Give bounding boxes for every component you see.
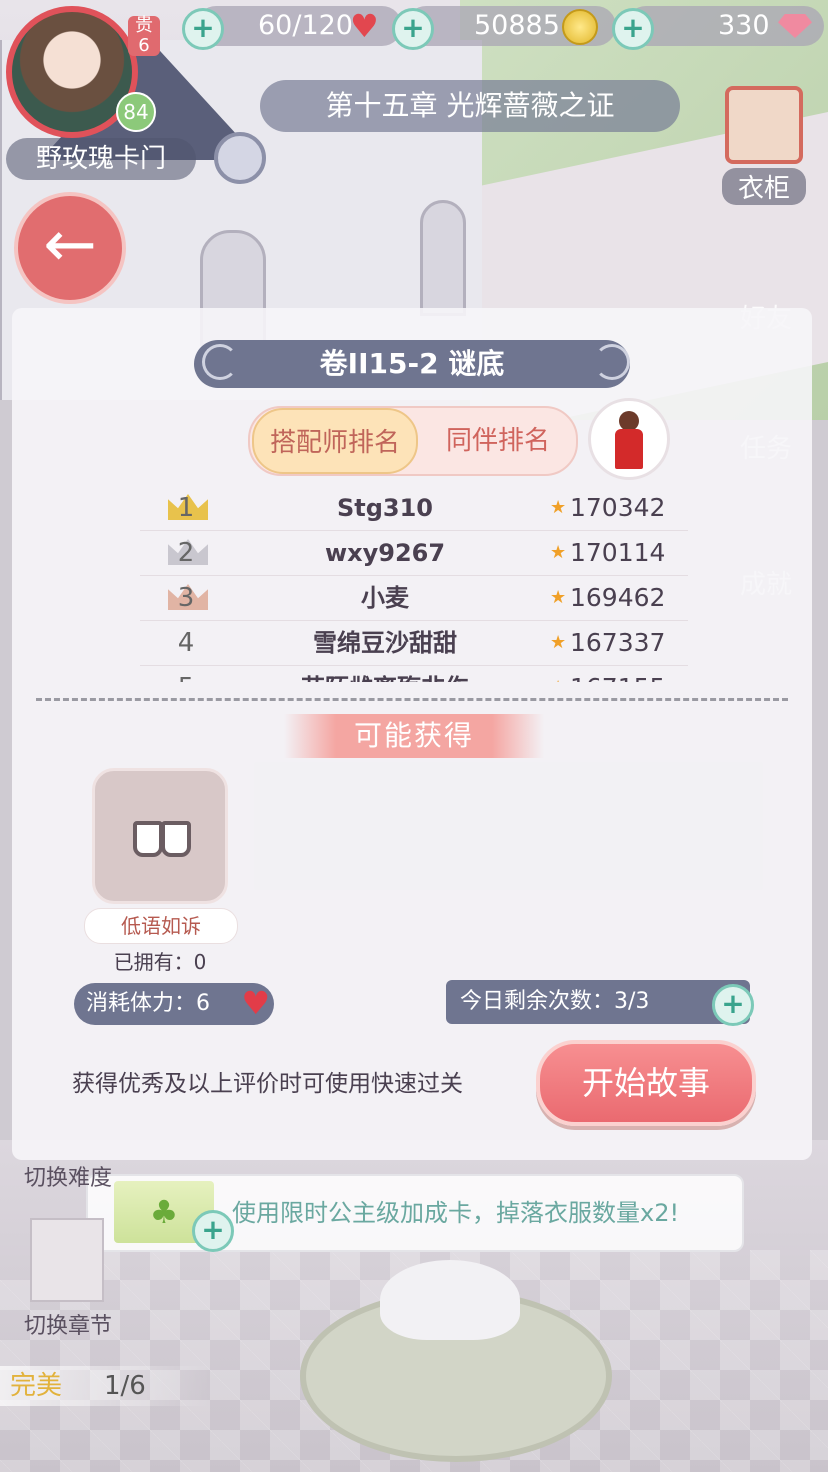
switch-difficulty-label[interactable]: 切换难度 [24, 1160, 112, 1192]
table-row: 4 雪绵豆沙甜甜 ★ 167337 [140, 621, 688, 666]
ranking-score: 167337 [570, 628, 666, 657]
add-coins-button[interactable]: + [392, 8, 434, 50]
heart-icon: ♥ [241, 984, 270, 1022]
chapter-title: 第十五章 光辉蔷薇之证 [260, 80, 680, 132]
back-arrow-icon[interactable]: ← [14, 192, 126, 304]
divider [36, 698, 788, 701]
table-row: 1 Stg310 ★ 170342 [140, 486, 688, 531]
ranking-tabs: 搭配师排名 同伴排名 [248, 406, 578, 476]
star-icon: ★ [550, 542, 567, 563]
add-diamonds-button[interactable]: + [612, 8, 654, 50]
vip-badge: 贵 6 [128, 16, 160, 56]
title-ornament-right [594, 344, 630, 380]
stamina-cost: 消耗体力：6 ♥ [74, 983, 274, 1025]
coin-icon [562, 9, 598, 45]
bonus-text: 使用限时公主级加成卡，掉落衣服数量x2! [232, 1199, 680, 1227]
glove-icon [133, 821, 163, 857]
ranking-name: 花陌雌离殇非伤 [240, 666, 530, 682]
wardrobe-icon [725, 86, 803, 164]
add-bonus-card-button[interactable]: + [192, 1210, 234, 1252]
title-ornament-left [202, 344, 238, 380]
rewards-header: 可能获得 [284, 714, 544, 758]
star-icon: ★ [550, 497, 567, 518]
add-stamina-button[interactable]: + [182, 8, 224, 50]
player-name[interactable]: 野玫瑰卡门 [6, 138, 196, 180]
wardrobe-label: 衣柜 [722, 168, 806, 205]
partner-avatar[interactable] [588, 398, 670, 480]
ranking-name: wxy9267 [324, 539, 446, 567]
level-badge: 84 [116, 92, 156, 132]
wardrobe-button[interactable]: 衣柜 [722, 86, 806, 205]
ranking-score: 170342 [570, 493, 666, 522]
star-icon: ★ [550, 666, 566, 682]
star-icon: ★ [550, 632, 567, 653]
tab-stylist-ranking[interactable]: 搭配师排名 [252, 408, 418, 474]
add-attempts-button[interactable]: + [712, 984, 754, 1026]
table-row: 5 花陌雌离殇非伤 ★ 167155 [140, 666, 688, 682]
ranking-score: 167155 [570, 666, 680, 682]
diamond-bar: 330 [626, 6, 824, 46]
diamond-icon [778, 14, 812, 38]
table-row: 3 小麦 ★ 169462 [140, 576, 688, 621]
start-story-button[interactable]: 开始故事 [536, 1040, 756, 1126]
ranking-score: 170114 [570, 538, 666, 567]
ranking-name: 雪绵豆沙甜甜 [313, 629, 457, 657]
coin-bar: 50885 [406, 6, 616, 46]
glove-icon [161, 821, 191, 857]
switch-chapter-label[interactable]: 切换章节 [24, 1308, 112, 1340]
owned-count: 已拥有：0 [113, 950, 207, 974]
ranking-name: 小麦 [361, 584, 409, 612]
stamina-bar: 60/120 ♥ [196, 6, 402, 46]
table-row: 2 wxy9267 ★ 170114 [140, 531, 688, 576]
bonus-banner[interactable]: ♣ + 使用限时公主级加成卡，掉落衣服数量x2! [86, 1174, 744, 1252]
reward-item[interactable] [92, 768, 228, 904]
perfect-progress: 完美 1/6 [0, 1366, 210, 1406]
heart-icon: ♥ [350, 7, 379, 45]
ranking-score: 169462 [570, 583, 666, 612]
tab-partner-ranking[interactable]: 同伴排名 [420, 408, 576, 474]
quick-pass-hint: 获得优秀及以上评价时可使用快速过关 [72, 1071, 463, 1097]
star-icon: ★ [550, 587, 567, 608]
dialog-title: 卷II15-2 谜底 [194, 340, 630, 388]
reward-item-name: 低语如诉 [84, 908, 238, 944]
ranking-name: Stg310 [336, 494, 434, 522]
chapter-book-icon[interactable] [30, 1218, 104, 1302]
ranking-list[interactable]: 1 Stg310 ★ 170342 2 wxy9267 ★ 170114 3 小… [140, 486, 688, 682]
remaining-attempts: 今日剩余次数：3/3 [446, 980, 750, 1024]
